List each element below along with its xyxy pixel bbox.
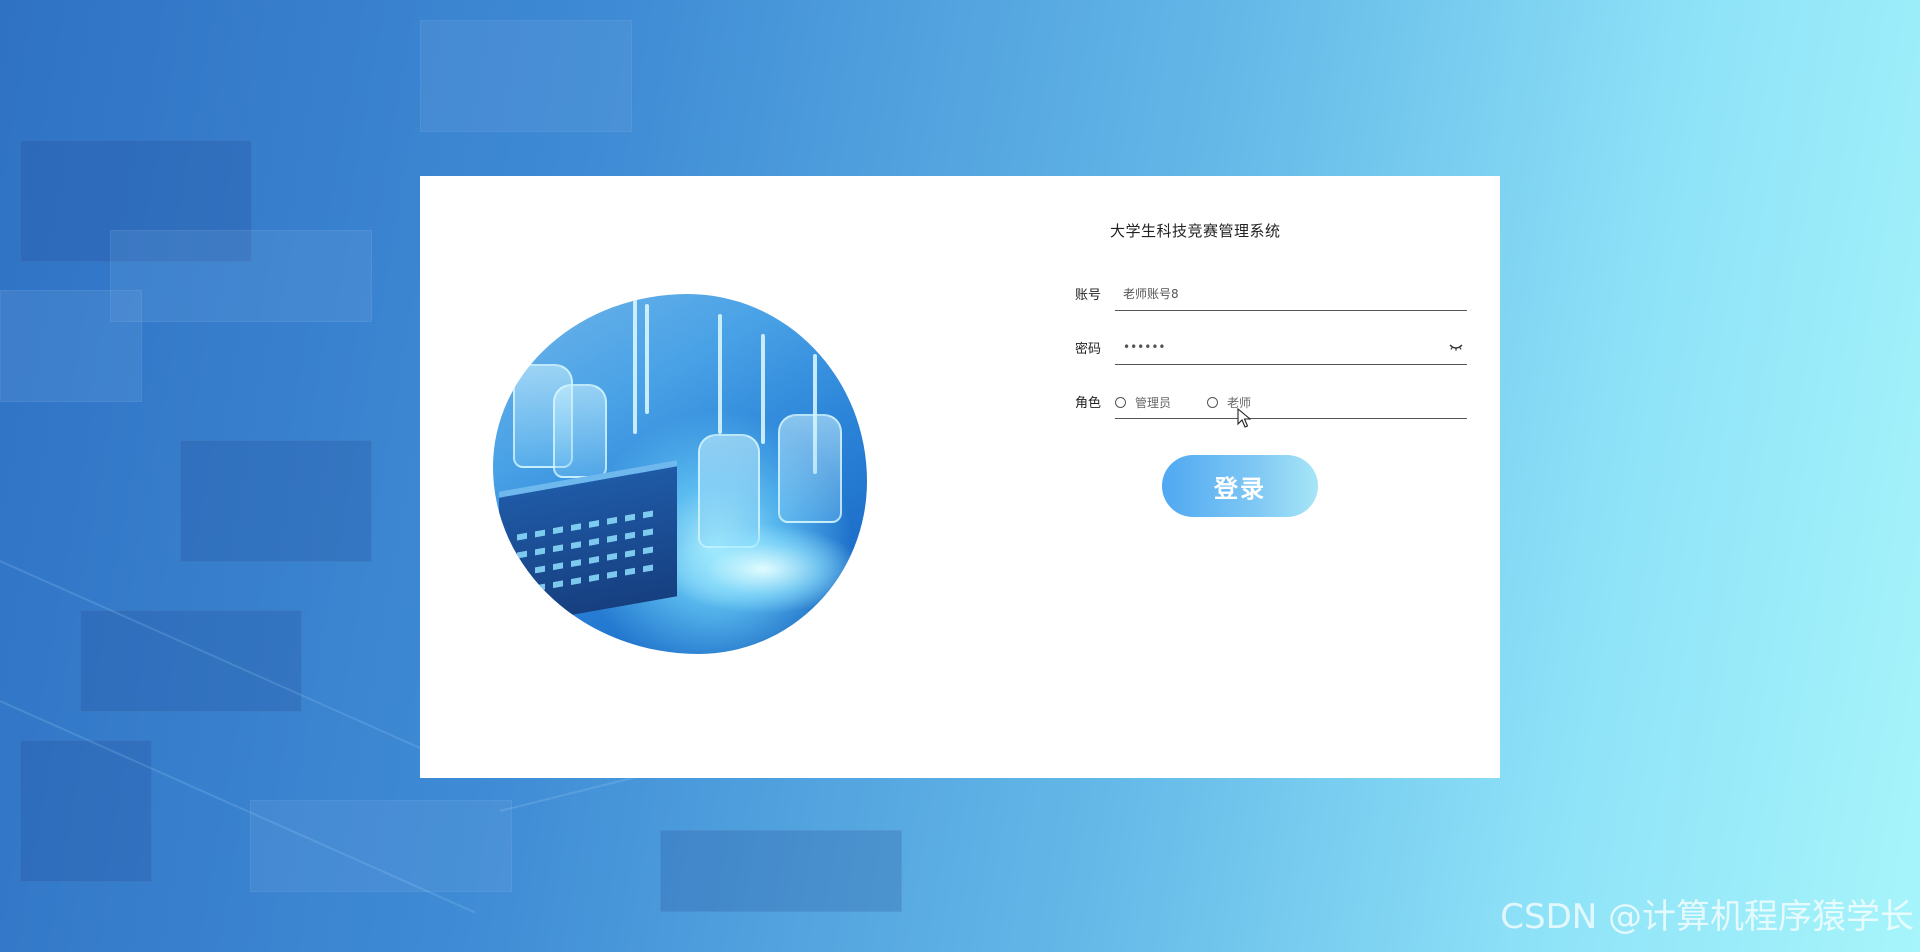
hero-window bbox=[553, 544, 563, 553]
password-field-container bbox=[1115, 332, 1467, 365]
background-block bbox=[110, 230, 372, 322]
hero-window bbox=[571, 523, 581, 531]
hero-window bbox=[553, 580, 563, 589]
hero-window bbox=[571, 541, 581, 549]
hero-pipe bbox=[761, 334, 765, 444]
hero-illustration bbox=[493, 294, 867, 654]
hero-window bbox=[553, 562, 563, 571]
hero-window bbox=[517, 586, 527, 595]
hero-window bbox=[607, 570, 617, 579]
hero-building bbox=[499, 460, 677, 628]
hero-tank bbox=[778, 414, 842, 523]
hero-window bbox=[571, 559, 581, 567]
hero-window bbox=[607, 534, 617, 543]
hero-window bbox=[625, 549, 635, 558]
hero-glow bbox=[663, 524, 863, 614]
hero-window bbox=[517, 550, 527, 559]
radio-admin[interactable] bbox=[1115, 396, 1126, 408]
background-block bbox=[420, 20, 632, 132]
hero-window bbox=[589, 520, 599, 528]
hero-tank bbox=[553, 384, 607, 478]
hero-window bbox=[607, 516, 617, 525]
hero-window bbox=[589, 574, 599, 582]
role-row: 角色 管理员 老师 bbox=[1075, 386, 1467, 419]
hero-window bbox=[517, 568, 527, 577]
account-row: 账号 bbox=[1075, 278, 1467, 311]
background-block bbox=[250, 800, 512, 892]
hero-window bbox=[625, 567, 635, 576]
hero-window bbox=[535, 565, 545, 574]
hero-window bbox=[643, 564, 653, 573]
background-block bbox=[180, 440, 372, 562]
account-field-container bbox=[1115, 278, 1467, 311]
role-label: 角色 bbox=[1075, 396, 1102, 411]
password-input[interactable] bbox=[1123, 332, 1423, 362]
password-label: 密码 bbox=[1075, 342, 1102, 357]
hero-window bbox=[571, 577, 581, 585]
password-row: 密码 bbox=[1075, 332, 1467, 365]
account-label: 账号 bbox=[1075, 288, 1102, 303]
hero-window bbox=[643, 528, 653, 537]
background-block bbox=[80, 610, 302, 712]
hero-pipe bbox=[645, 304, 649, 414]
radio-teacher[interactable] bbox=[1207, 396, 1218, 408]
role-field-container: 管理员 老师 bbox=[1115, 386, 1467, 419]
page-title: 大学生科技竞赛管理系统 bbox=[1110, 222, 1281, 240]
hero-window bbox=[535, 583, 545, 592]
hero-window bbox=[625, 531, 635, 540]
hero-window bbox=[517, 532, 527, 541]
login-button[interactable]: 登录 bbox=[1162, 455, 1318, 517]
hero-window bbox=[607, 552, 617, 561]
background-block bbox=[660, 830, 902, 912]
hero-window bbox=[589, 556, 599, 564]
role-option-admin-label: 管理员 bbox=[1135, 395, 1172, 410]
account-input[interactable] bbox=[1123, 278, 1423, 308]
hero-window bbox=[553, 526, 563, 535]
eye-closed-icon[interactable] bbox=[1449, 342, 1463, 352]
background-block bbox=[0, 290, 142, 402]
hero-window bbox=[535, 547, 545, 556]
hero-window bbox=[643, 510, 653, 519]
hero-window bbox=[589, 538, 599, 546]
hero-window bbox=[643, 546, 653, 555]
role-option-admin[interactable]: 管理员 bbox=[1115, 394, 1171, 410]
hero-pipe bbox=[718, 314, 722, 434]
login-card: 大学生科技竞赛管理系统 账号 密码 角色 管理员 老 bbox=[420, 176, 1500, 778]
watermark: CSDN @计算机程序猿学长 bbox=[1500, 897, 1914, 937]
hero-pipe bbox=[633, 294, 637, 434]
hero-window bbox=[535, 529, 545, 538]
mouse-cursor-icon bbox=[1237, 408, 1251, 428]
hero-window bbox=[625, 513, 635, 522]
